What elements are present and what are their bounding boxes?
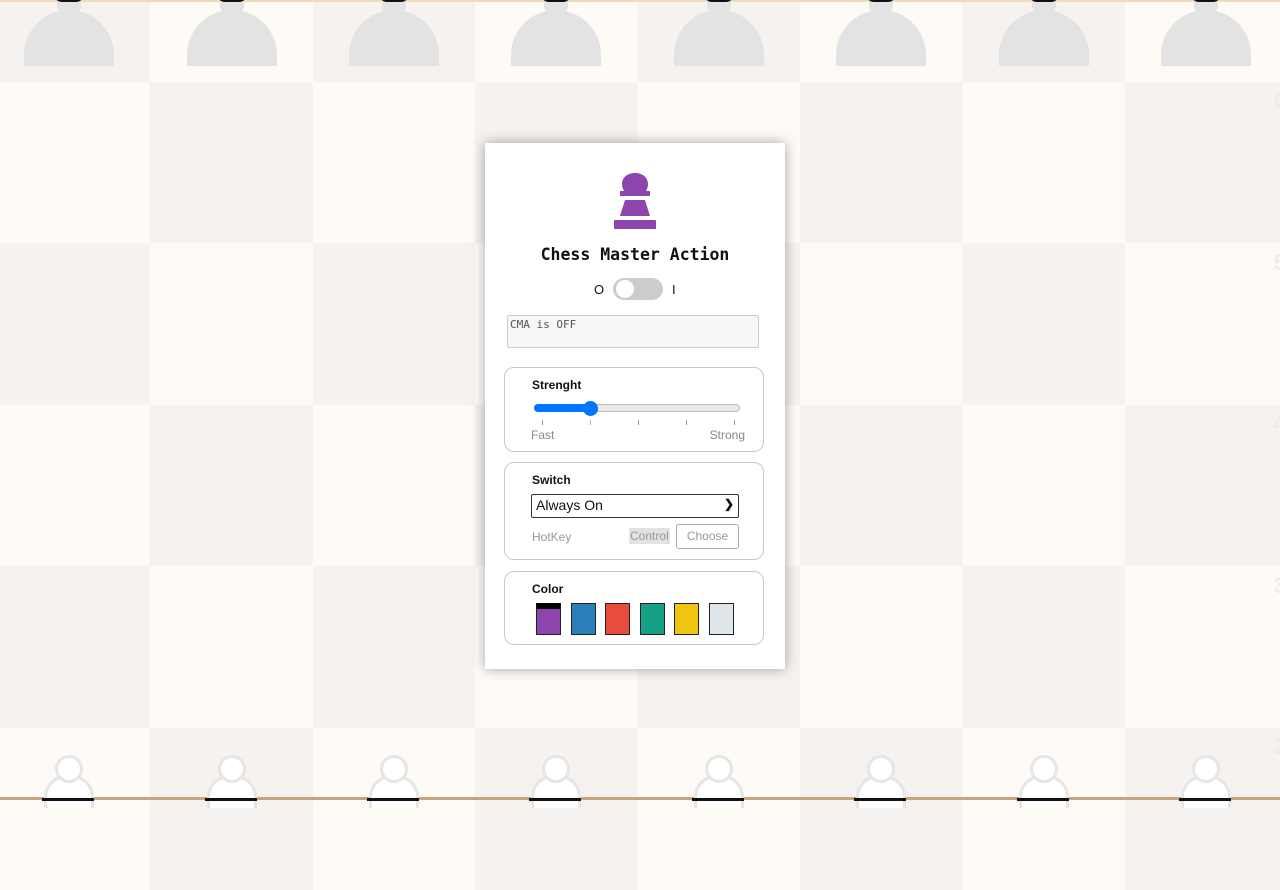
board-square bbox=[1124, 81, 1280, 244]
power-toggle[interactable] bbox=[613, 278, 663, 300]
board-square bbox=[150, 566, 313, 728]
board-square bbox=[800, 81, 963, 244]
white-pawn-icon bbox=[1016, 755, 1075, 808]
board-square bbox=[1124, 566, 1280, 728]
slider-thumb[interactable] bbox=[582, 401, 598, 416]
slider-tick bbox=[590, 420, 591, 425]
black-pawn-icon bbox=[186, 0, 277, 66]
board-square bbox=[962, 81, 1125, 244]
board-square bbox=[637, 728, 800, 890]
toggle-on-label: I bbox=[672, 282, 676, 297]
board-square bbox=[962, 566, 1125, 728]
rank-label: 5 bbox=[1273, 249, 1280, 275]
board-square bbox=[312, 404, 476, 567]
slider-tick bbox=[542, 420, 543, 425]
slider-tick bbox=[686, 420, 687, 425]
black-pawn-icon bbox=[673, 0, 764, 66]
strength-label: Strenght bbox=[532, 378, 582, 392]
board-square bbox=[0, 404, 151, 567]
board-square bbox=[962, 404, 1125, 567]
black-pawn-icon bbox=[511, 0, 602, 66]
slider-tick bbox=[638, 420, 639, 425]
strength-slider[interactable] bbox=[534, 401, 740, 416]
color-swatch-red[interactable] bbox=[605, 603, 631, 635]
board-square bbox=[312, 81, 476, 244]
white-pawn-icon bbox=[854, 755, 912, 808]
white-pawn-icon bbox=[42, 755, 100, 808]
board-square bbox=[150, 404, 313, 567]
board-square bbox=[312, 243, 476, 405]
slider-max-label: Strong bbox=[709, 428, 745, 442]
pawn-icon bbox=[614, 173, 656, 229]
board-square bbox=[312, 566, 476, 728]
board-square bbox=[1124, 728, 1280, 890]
black-pawn-icon bbox=[24, 0, 115, 66]
switch-mode-select[interactable]: Always On ❯ bbox=[531, 494, 739, 518]
rank-label: 2 bbox=[1273, 734, 1280, 760]
color-swatch-blue[interactable] bbox=[570, 603, 596, 635]
color-swatch-light-gray[interactable] bbox=[709, 603, 734, 635]
extension-popup: Chess Master Action O I CMA is OFF Stren… bbox=[485, 143, 785, 669]
board-square bbox=[0, 728, 151, 890]
chevron-down-icon: ❯ bbox=[723, 497, 734, 511]
board-square bbox=[1124, 404, 1280, 567]
black-pawn-icon bbox=[998, 0, 1089, 66]
rank-label: 3 bbox=[1273, 572, 1280, 598]
slider-ticks bbox=[542, 420, 735, 426]
board-square bbox=[150, 728, 313, 890]
white-pawn-icon bbox=[529, 755, 587, 808]
slider-min-label: Fast bbox=[531, 428, 555, 442]
board-square bbox=[312, 728, 476, 890]
black-pawn-icon bbox=[836, 0, 927, 66]
white-pawn-icon bbox=[691, 755, 750, 808]
color-swatch-yellow[interactable] bbox=[674, 603, 700, 635]
board-square bbox=[475, 728, 638, 890]
board-square bbox=[800, 566, 963, 728]
power-toggle-row: O I bbox=[485, 278, 785, 302]
color-section: Color bbox=[504, 571, 764, 645]
board-square bbox=[150, 81, 313, 244]
board-square bbox=[962, 728, 1125, 890]
board-square bbox=[962, 243, 1125, 405]
app-title: Chess Master Action bbox=[540, 245, 730, 264]
board-square bbox=[800, 243, 963, 405]
strength-section: Strenght Fast Strong bbox=[504, 367, 764, 452]
color-swatch-purple[interactable] bbox=[536, 603, 561, 635]
choose-hotkey-button[interactable]: Choose bbox=[676, 524, 739, 549]
board-square bbox=[0, 81, 151, 244]
switch-label: Switch bbox=[532, 473, 571, 487]
black-pawn-icon bbox=[1161, 0, 1251, 66]
color-swatch-green[interactable] bbox=[639, 603, 665, 635]
white-pawn-icon bbox=[1179, 755, 1237, 808]
slider-tick bbox=[734, 420, 735, 425]
toggle-off-label: O bbox=[594, 282, 605, 297]
hotkey-label: HotKey bbox=[532, 530, 572, 544]
white-pawn-icon bbox=[204, 755, 263, 808]
color-label: Color bbox=[532, 582, 564, 596]
white-pawn-icon bbox=[367, 755, 425, 808]
switch-section: Switch Always On ❯ HotKey Control Choose bbox=[504, 462, 764, 560]
hotkey-value: Control bbox=[629, 528, 670, 544]
board-square bbox=[1124, 243, 1280, 405]
board-square bbox=[800, 728, 963, 890]
board-square bbox=[800, 404, 963, 567]
rank-label: 6 bbox=[1273, 88, 1280, 113]
toggle-knob bbox=[616, 280, 634, 298]
status-textarea[interactable]: CMA is OFF bbox=[507, 315, 759, 348]
select-value: Always On bbox=[536, 497, 603, 513]
board-square bbox=[0, 566, 151, 728]
rank-label: 4 bbox=[1273, 411, 1280, 437]
board-square bbox=[150, 243, 313, 405]
board-square bbox=[0, 243, 151, 405]
black-pawn-icon bbox=[349, 0, 439, 66]
